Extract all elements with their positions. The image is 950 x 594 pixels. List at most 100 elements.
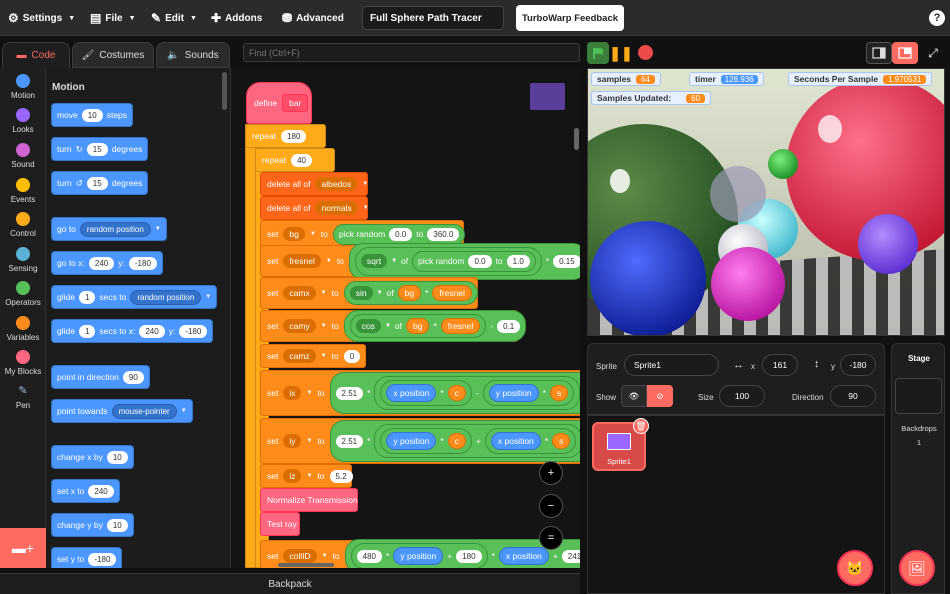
fullscreen-button[interactable]: ⤢ <box>920 42 946 64</box>
tab-sounds[interactable]: 🔈 Sounds <box>156 42 230 68</box>
palette-scrollbar[interactable] <box>222 72 227 110</box>
edit-menu[interactable]: ✎ Edit ▼ <box>151 0 197 36</box>
repeat-block-outer[interactable]: repeat 180 <box>245 124 326 148</box>
large-stage-button[interactable] <box>892 42 918 64</box>
green-flag-icon <box>593 47 603 59</box>
stop-button[interactable] <box>638 45 653 60</box>
block-glide[interactable]: glide 1 secs to random position ▼ <box>51 285 218 309</box>
advanced-menu[interactable]: ⛃ Advanced <box>282 0 344 36</box>
category-sound[interactable]: Sound <box>0 143 46 169</box>
script-area[interactable]: define bar repeat 180 repeat 40 delete all … <box>231 68 580 568</box>
block-turn-left[interactable]: turn ↺ 15 degrees <box>51 171 149 195</box>
stage-canvas[interactable]: samples 64 timer 126.936 Seconds Per Sampl… <box>587 68 945 336</box>
eye-slash-icon: ⊘ <box>656 390 664 401</box>
fullscreen-icon: ⤢ <box>928 45 938 60</box>
category-motion[interactable]: Motion <box>0 74 46 100</box>
block-point-towards[interactable]: point towards mouse-pointer ▼ <box>51 399 193 423</box>
advanced-icon: ⛃ <box>282 11 293 25</box>
block-change-x[interactable]: change x by 10 <box>51 445 134 469</box>
help-icon[interactable]: ? <box>929 10 945 26</box>
x-input[interactable]: 161 <box>762 354 798 376</box>
category-sensing[interactable]: Sensing <box>0 247 46 273</box>
block-set-y[interactable]: set y to -180 <box>51 547 123 568</box>
backdrops-count: 1 <box>916 438 922 447</box>
test-ray-block[interactable]: Test ray <box>260 512 300 536</box>
puzzle-icon: ✚ <box>211 11 222 25</box>
gear-icon: ⚙ <box>8 11 19 25</box>
category-pen[interactable]: ✎ Pen <box>0 384 46 410</box>
block-move[interactable]: move 10 steps <box>51 103 134 127</box>
tab-costumes[interactable]: 🖌 Costumes <box>72 42 154 68</box>
small-stage-icon <box>872 47 886 59</box>
delete-albedos-block[interactable]: delete all of albedos ▼ <box>260 172 368 196</box>
category-menu: Motion Looks Sound Events Control Sensin… <box>0 68 46 568</box>
set-camz-block[interactable]: set camz ▼ to 0 <box>260 344 366 368</box>
script-vscrollbar[interactable] <box>574 128 579 150</box>
size-input[interactable]: 100 <box>719 385 765 407</box>
feedback-button[interactable]: TurboWarp Feedback <box>516 5 624 31</box>
set-camy-block[interactable]: set camy ▼ to cos ▼ of bg * fresnel -0.1 <box>260 310 527 342</box>
rotate-left-icon: ↺ <box>75 177 83 188</box>
speaker-icon: 🔈 <box>167 49 180 61</box>
palette-heading: Motion <box>52 82 85 93</box>
set-iy-block[interactable]: setiy▼to2.51*y position*c+x position*s+ <box>260 418 580 464</box>
block-go-to[interactable]: go to random position ▼ <box>51 217 167 241</box>
chevron-down-icon: ▼ <box>128 14 136 22</box>
choose-backdrop-button[interactable]: 🖼 <box>899 550 935 586</box>
backdrops-label: Backdrops <box>901 424 937 433</box>
category-operators[interactable]: Operators <box>0 281 46 307</box>
category-looks[interactable]: Looks <box>0 108 46 134</box>
delete-sprite-button[interactable]: 🗑 <box>633 418 649 434</box>
file-menu[interactable]: ▤ File ▼ <box>90 0 136 36</box>
tab-code[interactable]: ▬ Code <box>2 42 70 68</box>
define-block[interactable]: define bar <box>246 82 312 124</box>
sprite-name-input[interactable]: Sprite1 <box>624 354 719 376</box>
pause-button[interactable]: ❚❚ <box>609 45 632 61</box>
block-glide-xy[interactable]: glide 1 secs to x: 240 y: -180 <box>51 319 214 343</box>
script-hscrollbar[interactable] <box>278 563 334 567</box>
set-ix-block[interactable]: setix▼to2.51*x position*c-y position*s+ <box>260 370 580 416</box>
category-variables[interactable]: Variables <box>0 316 46 342</box>
addons-menu[interactable]: ✚ Addons <box>211 0 262 36</box>
monitor-timer[interactable]: timer 126.936 <box>689 72 764 86</box>
zoom-in-icon: + <box>547 467 555 479</box>
find-input[interactable] <box>243 43 580 62</box>
code-icon: ▬ <box>16 50 27 61</box>
direction-input[interactable]: 90 <box>830 385 876 407</box>
set-fresnel-block[interactable]: set fresnel ▼ to sqrt ▼ of pick random 0.0 to 1.0 *… <box>260 242 580 280</box>
choose-sprite-button[interactable]: 🐱 <box>837 550 873 586</box>
backdrop-thumbnail[interactable] <box>895 378 942 414</box>
zoom-reset-button[interactable]: = <box>539 526 563 550</box>
block-change-y[interactable]: change y by 10 <box>51 513 134 537</box>
y-arrows-icon: ↕ <box>814 358 820 370</box>
small-stage-button[interactable] <box>866 42 892 64</box>
block-turn-right[interactable]: turn ↻ 15 degrees <box>51 137 149 161</box>
block-point-direction[interactable]: point in direction 90 <box>51 365 150 389</box>
y-input[interactable]: -180 <box>840 354 876 376</box>
settings-menu[interactable]: ⚙ Settings ▼ <box>8 0 75 36</box>
repeat-block-inner[interactable]: repeat 40 <box>255 148 335 172</box>
backpack[interactable]: Backpack <box>0 573 580 594</box>
block-set-x[interactable]: set x to 240 <box>51 479 120 503</box>
category-control[interactable]: Control <box>0 212 46 238</box>
set-iz-block[interactable]: set iz ▼ to 5.2 <box>260 464 353 488</box>
category-my-blocks[interactable]: My Blocks <box>0 350 46 376</box>
block-go-to-xy[interactable]: go to x: 240 y: -180 <box>51 251 163 275</box>
hide-sprite-button[interactable]: ⊘ <box>647 385 673 407</box>
green-flag-button[interactable] <box>587 42 609 64</box>
large-stage-icon <box>898 47 912 59</box>
add-extension-button[interactable]: ▬+ <box>0 528 46 568</box>
project-title-input[interactable]: Full Sphere Path Tracer <box>362 6 504 30</box>
category-events[interactable]: Events <box>0 178 46 204</box>
monitor-seconds-per-sample[interactable]: Seconds Per Sample 1.970531 <box>788 72 933 86</box>
zoom-out-icon: − <box>547 500 555 512</box>
monitor-samples[interactable]: samples 64 <box>591 72 661 86</box>
set-camx-block[interactable]: set camx ▼ to sin ▼ of bg * fresnel <box>260 277 478 309</box>
delete-normals-block[interactable]: delete all of normals ▼ <box>260 196 369 220</box>
monitor-samples-updated[interactable]: Samples Updated: 60 <box>591 91 712 105</box>
zoom-in-button[interactable]: + <box>539 461 563 485</box>
show-sprite-button[interactable]: 👁 <box>621 385 647 407</box>
zoom-out-button[interactable]: − <box>539 494 563 518</box>
chevron-down-icon: ▼ <box>68 14 76 22</box>
normalize-transmission-block[interactable]: Normalize Transmission <box>260 488 358 512</box>
